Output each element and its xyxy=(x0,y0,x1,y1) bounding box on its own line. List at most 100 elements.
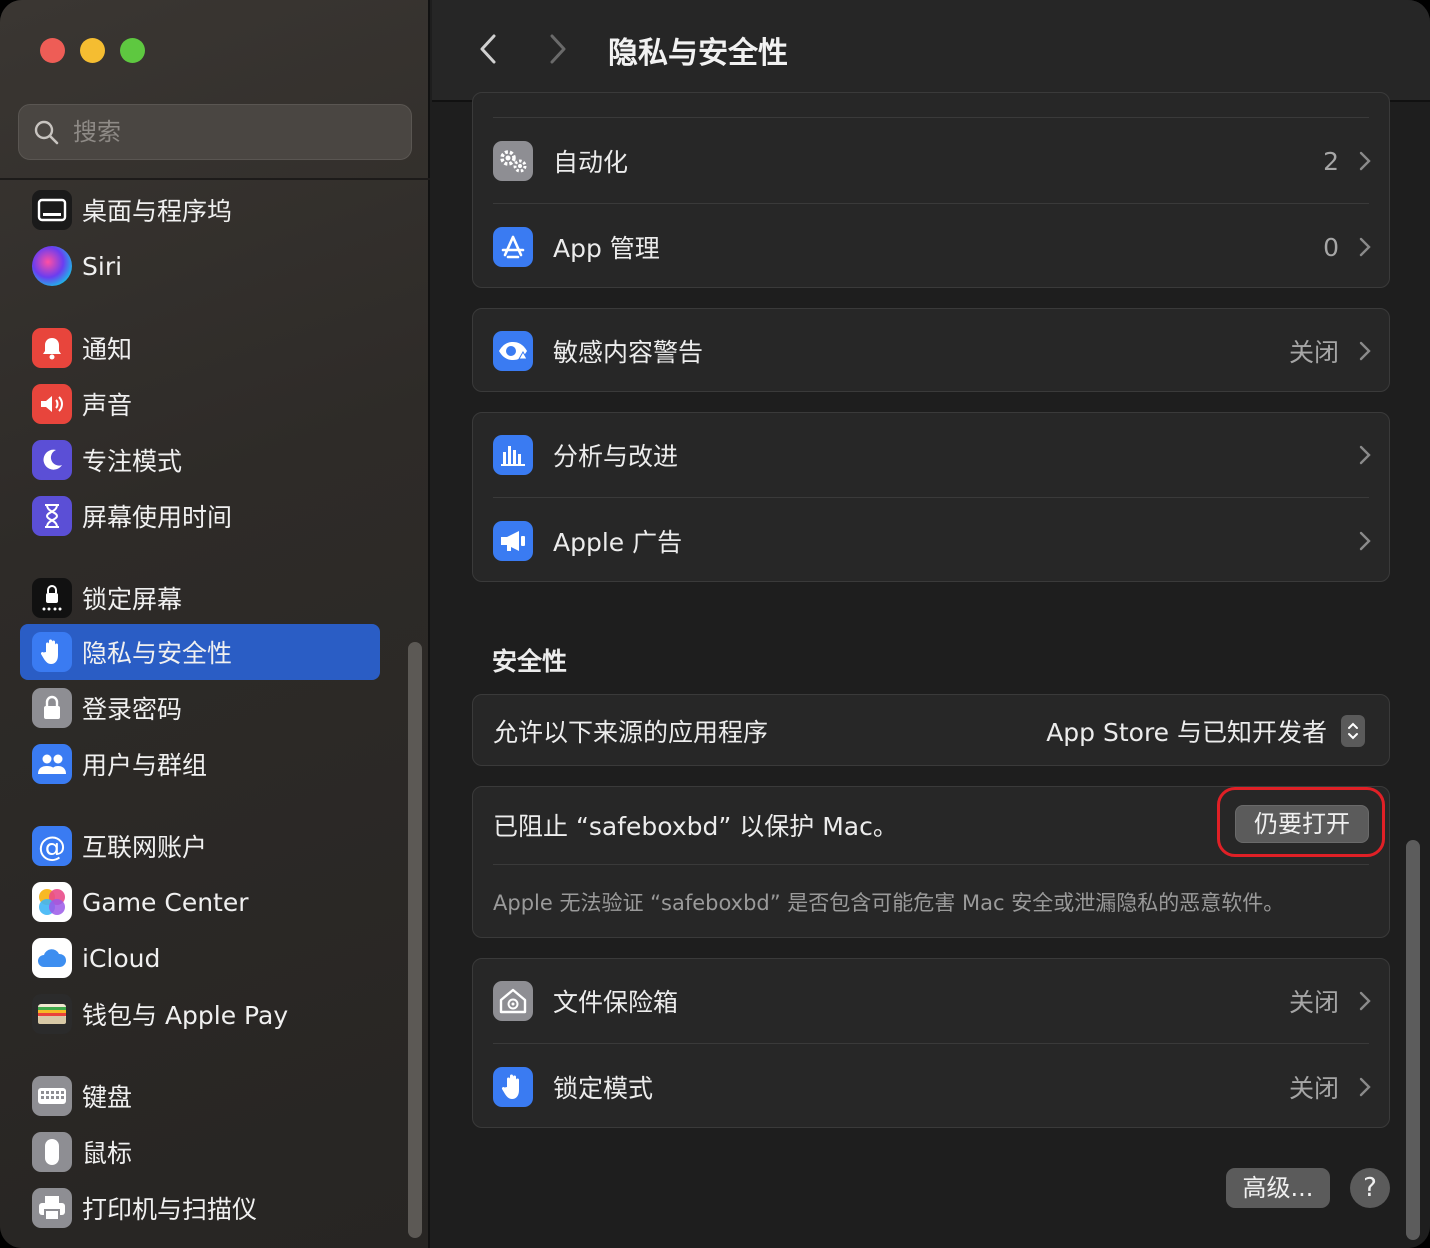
chevron-right-icon xyxy=(1359,531,1371,551)
sidebar-item-notifications[interactable]: 通知 xyxy=(20,320,380,376)
speaker-icon xyxy=(32,384,72,424)
row-lockdown-mode[interactable]: 锁定模式 关闭 xyxy=(473,1045,1391,1129)
allow-apps-value[interactable]: App Store 与已知开发者 xyxy=(1046,713,1327,749)
users-icon xyxy=(32,744,72,784)
sidebar-item-label: 互联网账户 xyxy=(82,833,208,862)
sidebar-item-label: iCloud xyxy=(82,943,161,973)
at-icon: @ xyxy=(32,826,72,866)
game-center-icon xyxy=(32,882,72,922)
privacy-card-3: 分析与改进 Apple 广告 xyxy=(472,412,1390,582)
sidebar-item-sound[interactable]: 声音 xyxy=(20,376,380,432)
search-input[interactable] xyxy=(73,118,373,146)
app-store-icon xyxy=(493,227,533,267)
forward-chevron-icon[interactable] xyxy=(540,30,574,68)
open-anyway-button[interactable]: 仍要打开 xyxy=(1235,805,1369,843)
chevron-right-icon xyxy=(1359,991,1371,1011)
row-value: 关闭 xyxy=(1288,988,1339,1017)
main-scrollbar[interactable] xyxy=(1406,840,1420,1240)
row-apple-ads[interactable]: Apple 广告 xyxy=(473,499,1391,583)
bell-icon xyxy=(32,328,72,368)
row-value: 关闭 xyxy=(1288,338,1339,367)
page-title: 隐私与安全性 xyxy=(608,36,788,71)
sidebar-item-desktop-dock[interactable]: 桌面与程序坞 xyxy=(20,182,380,238)
megaphone-icon xyxy=(493,521,533,561)
allow-apps-select[interactable] xyxy=(1341,715,1365,747)
row-label: 敏感内容警告 xyxy=(553,338,704,367)
sidebar-item-label: Siri xyxy=(82,251,123,281)
back-chevron-icon[interactable] xyxy=(472,30,506,68)
row-value: 0 xyxy=(1323,232,1339,262)
hand-icon xyxy=(32,632,72,672)
chevron-right-icon xyxy=(1359,341,1371,361)
advanced-button[interactable]: 高级... xyxy=(1226,1168,1330,1208)
help-button[interactable]: ? xyxy=(1350,1168,1390,1208)
row-automation[interactable]: 自动化 2 xyxy=(473,119,1391,203)
row-app-management[interactable]: App 管理 0 xyxy=(473,205,1391,289)
chevron-right-icon xyxy=(1359,1077,1371,1097)
sidebar-item-label: 桌面与程序坞 xyxy=(82,197,233,226)
privacy-card-1: 自动化 2 App 管理 0 xyxy=(472,92,1390,288)
lock-screen-icon xyxy=(32,578,72,618)
up-down-chevron-icon xyxy=(1348,722,1358,740)
row-separator xyxy=(493,1043,1369,1044)
dock-icon xyxy=(32,190,72,230)
hourglass-icon xyxy=(32,496,72,536)
sidebar-item-icloud[interactable]: iCloud xyxy=(20,930,380,986)
sidebar-item-internet-accounts[interactable]: @ 互联网账户 xyxy=(20,818,380,874)
sidebar-item-label: 隐私与安全性 xyxy=(82,639,233,668)
cloud-icon xyxy=(32,938,72,978)
sidebar-item-label: 鼠标 xyxy=(82,1139,133,1168)
chevron-right-icon xyxy=(1359,151,1371,171)
gears-icon xyxy=(493,141,533,181)
sidebar-item-screen-time[interactable]: 屏幕使用时间 xyxy=(20,488,380,544)
sidebar-scrollbar[interactable] xyxy=(408,642,422,1238)
row-label: App 管理 xyxy=(553,234,660,263)
sidebar-item-users-groups[interactable]: 用户与群组 xyxy=(20,736,380,792)
sidebar-item-game-center[interactable]: Game Center xyxy=(20,874,380,930)
blocked-app-card: 已阻止 “safeboxbd” 以保护 Mac。 仍要打开 Apple 无法验证… xyxy=(472,786,1390,938)
sidebar: 桌面与程序坞 Siri 通知 声音 xyxy=(0,0,430,1248)
sidebar-item-lock-screen[interactable]: 锁定屏幕 xyxy=(20,570,380,626)
eye-warning-icon xyxy=(493,331,533,371)
sidebar-item-label: 键盘 xyxy=(82,1083,133,1112)
sidebar-item-wallet[interactable]: 钱包与 Apple Pay xyxy=(20,986,380,1042)
row-label: Apple 广告 xyxy=(553,528,683,557)
padlock-icon xyxy=(32,688,72,728)
search-field[interactable] xyxy=(18,104,412,160)
sidebar-item-privacy-security[interactable]: 隐私与安全性 xyxy=(20,624,380,680)
sidebar-item-login-password[interactable]: 登录密码 xyxy=(20,680,380,736)
blocked-app-message: 已阻止 “safeboxbd” 以保护 Mac。 xyxy=(493,812,898,841)
sidebar-item-label: 登录密码 xyxy=(82,695,183,724)
sidebar-item-label: 用户与群组 xyxy=(82,751,208,780)
moon-icon xyxy=(32,440,72,480)
sidebar-item-printers[interactable]: 打印机与扫描仪 xyxy=(20,1180,380,1236)
sidebar-item-label: 打印机与扫描仪 xyxy=(82,1195,258,1224)
row-analytics[interactable]: 分析与改进 xyxy=(473,413,1391,497)
keyboard-icon xyxy=(32,1076,72,1116)
row-value: 2 xyxy=(1323,146,1339,176)
minimize-button[interactable] xyxy=(80,38,105,63)
close-button[interactable] xyxy=(40,38,65,63)
window-controls xyxy=(40,38,145,63)
row-separator xyxy=(493,117,1369,118)
row-value: 关闭 xyxy=(1288,1074,1339,1103)
settings-window: 桌面与程序坞 Siri 通知 声音 xyxy=(0,0,1430,1248)
zoom-button[interactable] xyxy=(120,38,145,63)
hand-icon xyxy=(493,1067,533,1107)
row-separator xyxy=(493,497,1369,498)
allow-apps-label: 允许以下来源的应用程序 xyxy=(493,718,769,747)
security-section-title: 安全性 xyxy=(492,647,568,676)
main-panel: 隐私与安全性 自动化 2 App 管理 0 敏感内容警告 关闭 分析与改进 Ap… xyxy=(432,0,1430,1248)
row-filevault[interactable]: 文件保险箱 关闭 xyxy=(473,959,1391,1043)
blocked-app-description: Apple 无法验证 “safeboxbd” 是否包含可能危害 Mac 安全或泄… xyxy=(493,891,1285,915)
search-icon xyxy=(34,120,59,145)
sidebar-item-label: 屏幕使用时间 xyxy=(82,503,233,532)
row-label: 锁定模式 xyxy=(553,1074,654,1103)
house-lock-icon xyxy=(493,981,533,1021)
sidebar-item-keyboard[interactable]: 键盘 xyxy=(20,1068,380,1124)
sidebar-item-mouse[interactable]: 鼠标 xyxy=(20,1124,380,1180)
sidebar-item-siri[interactable]: Siri xyxy=(20,238,380,294)
security-card-2: 文件保险箱 关闭 锁定模式 关闭 xyxy=(472,958,1390,1128)
row-sensitive-content[interactable]: 敏感内容警告 关闭 xyxy=(473,309,1391,393)
sidebar-item-focus[interactable]: 专注模式 xyxy=(20,432,380,488)
